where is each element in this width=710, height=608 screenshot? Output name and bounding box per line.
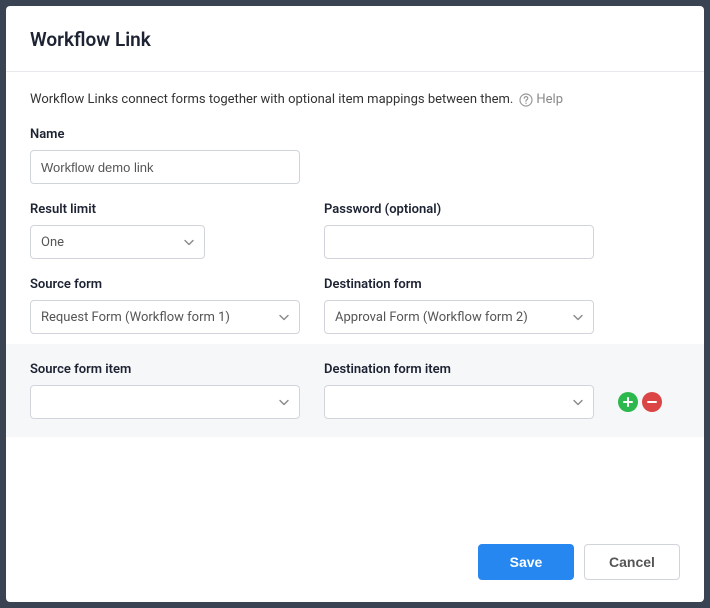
description-text: Workflow Links connect forms together wi… [30, 92, 513, 107]
help-link[interactable]: Help [519, 92, 563, 107]
modal-footer: Save Cancel [6, 526, 704, 602]
destination-form-label: Destination form [324, 277, 594, 292]
add-mapping-button[interactable] [618, 392, 638, 412]
source-form-item-label: Source form item [30, 362, 300, 377]
workflow-link-modal: Workflow Link Workflow Links connect for… [6, 6, 704, 602]
result-limit-value: One [41, 235, 64, 250]
source-form-item-group: Source form item [30, 362, 300, 419]
cancel-button[interactable]: Cancel [584, 544, 680, 580]
minus-icon [647, 397, 657, 407]
destination-form-select[interactable]: Approval Form (Workflow form 2) [324, 300, 594, 334]
destination-form-item-label: Destination form item [324, 362, 594, 377]
name-label: Name [30, 127, 680, 142]
name-group: Name [30, 127, 680, 184]
modal-title: Workflow Link [30, 28, 680, 51]
result-limit-select[interactable]: One [30, 225, 205, 259]
destination-form-item-select[interactable] [324, 385, 594, 419]
mapping-actions [618, 392, 662, 419]
result-limit-group: Result limit One [30, 202, 205, 259]
save-button[interactable]: Save [478, 544, 574, 580]
chevron-down-icon [573, 310, 583, 325]
password-group: Password (optional) [324, 202, 594, 259]
mapping-section: Source form item Destination form item [6, 344, 704, 437]
source-form-label: Source form [30, 277, 300, 292]
password-label: Password (optional) [324, 202, 594, 217]
mapping-row: Source form item Destination form item [30, 362, 680, 419]
destination-form-item-group: Destination form item [324, 362, 594, 419]
chevron-down-icon [573, 395, 583, 410]
plus-icon [623, 397, 633, 407]
help-label: Help [536, 92, 563, 107]
name-input[interactable] [30, 150, 300, 184]
destination-form-value: Approval Form (Workflow form 2) [335, 310, 528, 325]
destination-form-group: Destination form Approval Form (Workflow… [324, 277, 594, 334]
remove-mapping-button[interactable] [642, 392, 662, 412]
modal-body: Workflow Links connect forms together wi… [6, 72, 704, 526]
password-input[interactable] [324, 225, 594, 259]
source-form-select[interactable]: Request Form (Workflow form 1) [30, 300, 300, 334]
chevron-down-icon [184, 235, 194, 250]
chevron-down-icon [279, 395, 289, 410]
modal-header: Workflow Link [6, 6, 704, 72]
result-limit-label: Result limit [30, 202, 205, 217]
source-form-item-select[interactable] [30, 385, 300, 419]
source-form-value: Request Form (Workflow form 1) [41, 310, 230, 325]
description-row: Workflow Links connect forms together wi… [30, 92, 680, 107]
chevron-down-icon [279, 310, 289, 325]
help-icon [519, 93, 533, 107]
source-form-group: Source form Request Form (Workflow form … [30, 277, 300, 334]
